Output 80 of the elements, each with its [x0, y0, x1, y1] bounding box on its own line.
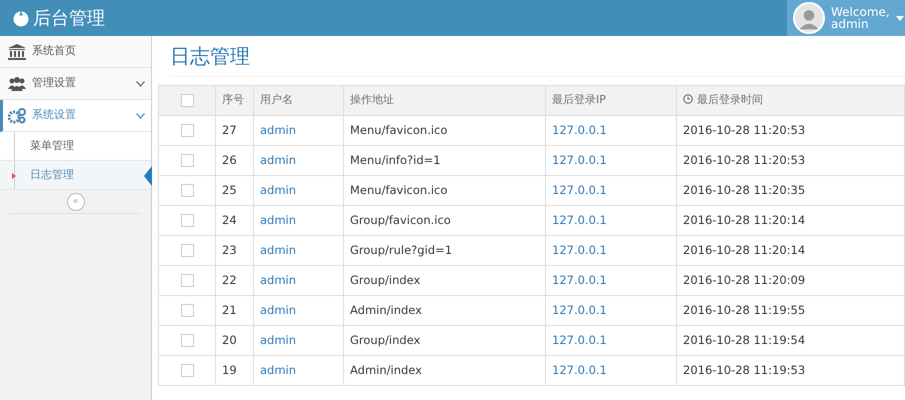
table-link[interactable]: 127.0.0.1: [546, 116, 676, 146]
table-link[interactable]: admin: [254, 206, 344, 236]
table-cell: Group/favicon.ico: [344, 206, 546, 236]
table-cell: 2016-10-28 11:19:54: [676, 326, 904, 356]
table-cell: Group/index: [344, 326, 546, 356]
table-cell: 19: [216, 356, 254, 386]
table-cell: Menu/favicon.ico: [344, 176, 546, 206]
sidebar-item[interactable]: 系统设置: [0, 100, 151, 132]
table-cell: 26: [216, 146, 254, 176]
table-cell: 2016-10-28 11:20:53: [676, 146, 904, 176]
table-link[interactable]: admin: [254, 236, 344, 266]
table-link[interactable]: 127.0.0.1: [546, 176, 676, 206]
bank-icon: [8, 44, 26, 60]
table-cell: 2016-10-28 11:20:53: [676, 116, 904, 146]
users-icon: [8, 76, 26, 90]
user-name: admin: [831, 18, 869, 30]
brand-title: 后台管理: [33, 6, 105, 30]
table-cell: Menu/info?id=1: [344, 146, 546, 176]
table-cell: Admin/index: [344, 296, 546, 326]
checkbox[interactable]: [180, 274, 194, 288]
table-link[interactable]: 127.0.0.1: [546, 266, 676, 296]
collapse-button[interactable]: «: [66, 192, 84, 210]
table-cell: Admin/index: [344, 356, 546, 386]
table-cell: 2016-10-28 11:19:53: [676, 356, 904, 386]
table-cell: 23: [216, 236, 254, 266]
table-link[interactable]: 127.0.0.1: [546, 356, 676, 386]
table-cell: 27: [216, 116, 254, 146]
table-cell: Menu/favicon.ico: [344, 116, 546, 146]
table-link[interactable]: admin: [254, 296, 344, 326]
table-link[interactable]: admin: [254, 326, 344, 356]
checkbox[interactable]: [180, 184, 194, 198]
table-cell: Group/index: [344, 266, 546, 296]
checkbox[interactable]: [180, 154, 194, 168]
table-link[interactable]: 127.0.0.1: [546, 206, 676, 236]
table-cell: 2016-10-28 11:20:14: [676, 206, 904, 236]
table-cell: 2016-10-28 11:20:14: [676, 236, 904, 266]
column-header: 序号: [216, 86, 254, 116]
table-cell: 2016-10-28 11:20:35: [676, 176, 904, 206]
bullet-icon: [12, 173, 16, 179]
checkbox[interactable]: [180, 244, 194, 258]
checkbox[interactable]: [180, 334, 194, 348]
table-cell: 20: [216, 326, 254, 356]
table-cell: 25: [216, 176, 254, 206]
submenu-item[interactable]: 菜单管理: [0, 132, 151, 161]
table-link[interactable]: 127.0.0.1: [546, 236, 676, 266]
table-link[interactable]: admin: [254, 356, 344, 386]
table-link[interactable]: admin: [254, 116, 344, 146]
chevron-icon: [136, 80, 145, 86]
submenu-item[interactable]: 日志管理: [0, 161, 151, 190]
column-header: 操作地址: [344, 86, 546, 116]
checkbox[interactable]: [180, 304, 194, 318]
table-cell: 21: [216, 296, 254, 326]
table-cell: Group/rule?gid=1: [344, 236, 546, 266]
table-link[interactable]: 127.0.0.1: [546, 146, 676, 176]
checkbox[interactable]: [180, 364, 194, 378]
column-header: 用户名: [254, 86, 344, 116]
gears-icon: [8, 108, 26, 124]
table-link[interactable]: 127.0.0.1: [546, 326, 676, 356]
table-cell: 2016-10-28 11:20:09: [676, 266, 904, 296]
avatar[interactable]: [793, 2, 825, 34]
table-link[interactable]: admin: [254, 266, 344, 296]
table-cell: 22: [216, 266, 254, 296]
caret-icon[interactable]: [896, 16, 904, 20]
page-title: 日志管理: [170, 44, 905, 77]
table-link[interactable]: admin: [254, 146, 344, 176]
checkbox[interactable]: [180, 94, 194, 107]
column-header: 最后登录IP: [546, 86, 676, 116]
checkbox[interactable]: [180, 124, 194, 138]
chevron-icon: [136, 112, 145, 118]
table-link[interactable]: 127.0.0.1: [546, 296, 676, 326]
checkbox[interactable]: [180, 214, 194, 228]
sidebar-item[interactable]: 系统首页: [0, 36, 151, 68]
selected-arrow-icon: [144, 166, 152, 186]
sidebar-item[interactable]: 管理设置: [0, 68, 151, 100]
welcome-text: Welcome,: [831, 6, 890, 18]
table-link[interactable]: admin: [254, 176, 344, 206]
table-cell: 2016-10-28 11:19:55: [676, 296, 904, 326]
column-header: 最后登录时间: [697, 93, 763, 106]
clock-icon: [683, 94, 693, 104]
table-cell: 24: [216, 206, 254, 236]
